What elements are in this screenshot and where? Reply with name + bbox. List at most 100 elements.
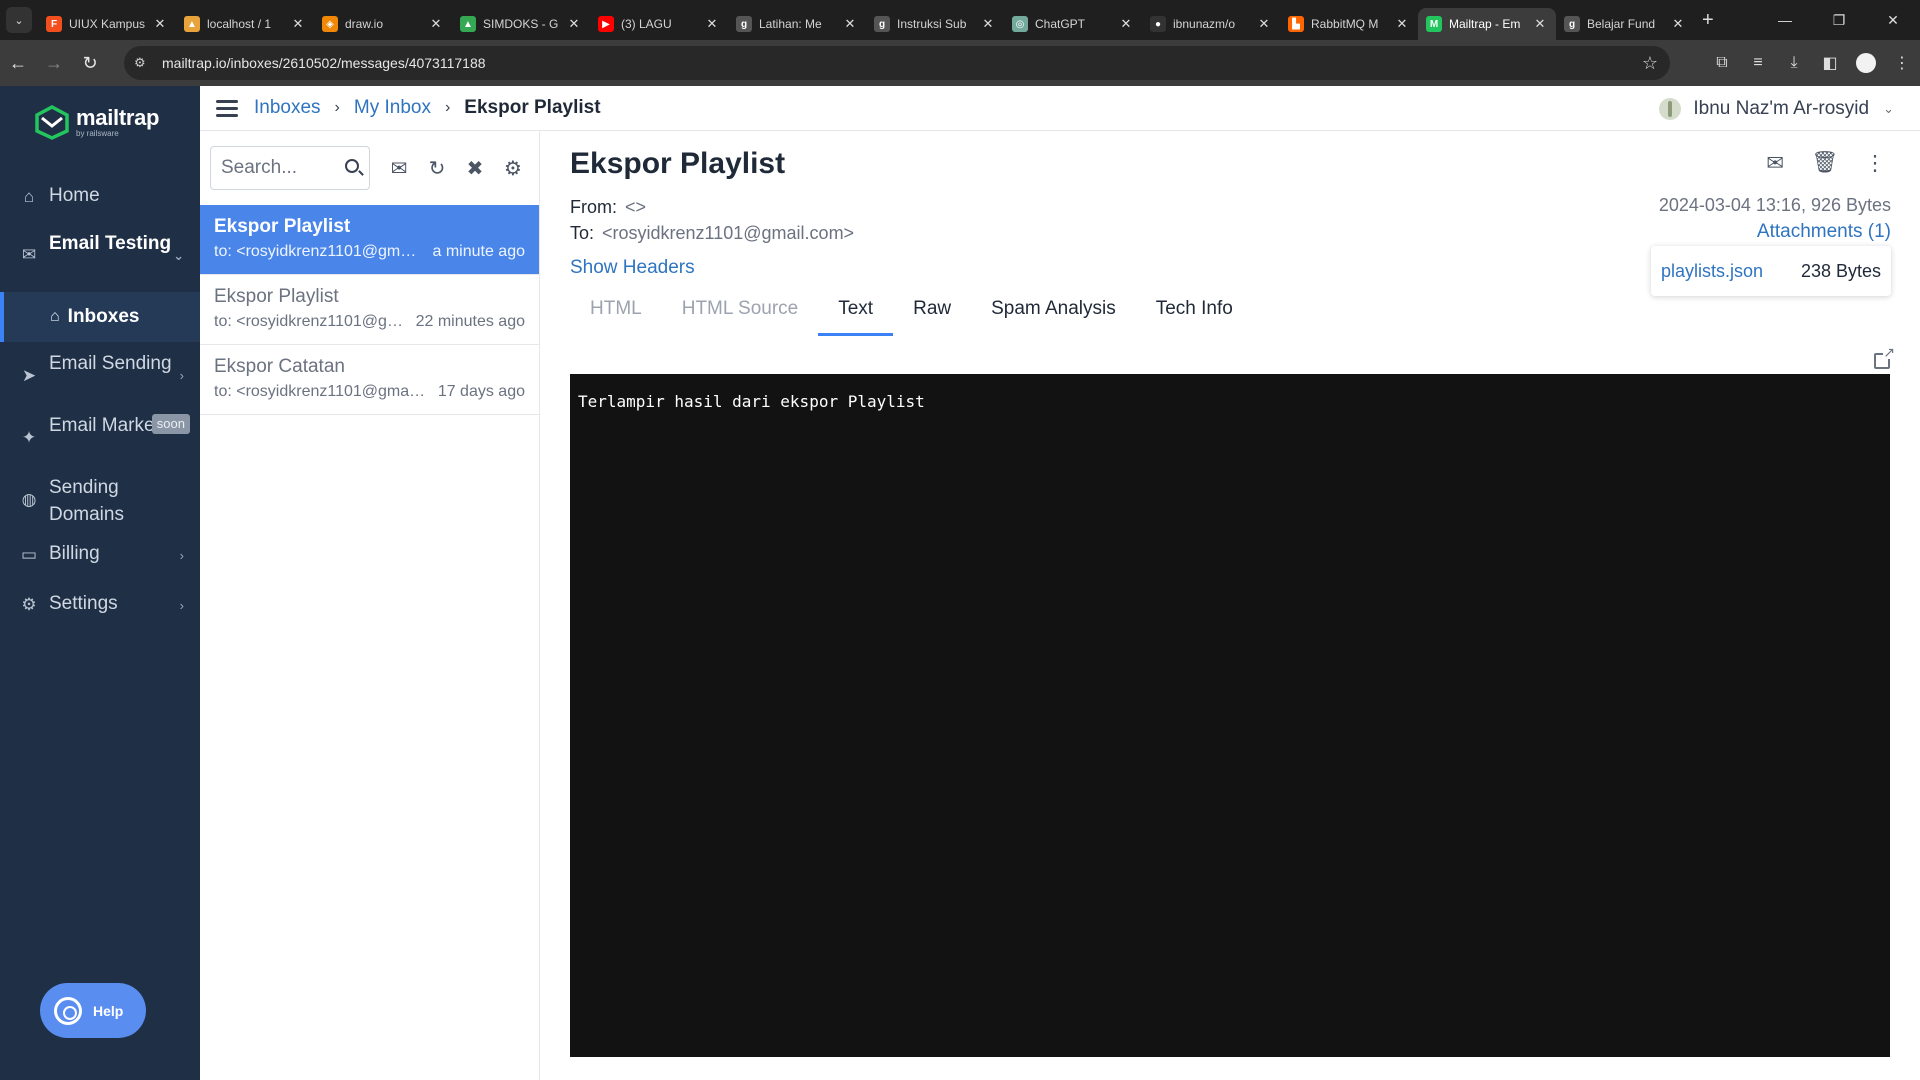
help-button[interactable]: Help (40, 983, 146, 1038)
profile-avatar[interactable] (1856, 53, 1876, 73)
attachment-file-link[interactable]: playlists.json (1661, 261, 1801, 282)
browser-tab[interactable]: ● ibnunazm/o ✕ (1142, 8, 1280, 40)
downloads-icon[interactable]: ⤓ (1776, 54, 1812, 72)
search-input[interactable] (221, 157, 331, 179)
message-time: 22 minutes ago (415, 313, 525, 330)
sidebar-item-email-testing[interactable]: ✉ Email Testing ⌄ (0, 218, 200, 292)
attachments-link[interactable]: Attachments (1) (1757, 221, 1891, 243)
inbox-settings-icon[interactable]: ⚙ (494, 156, 532, 181)
message-date-size: 2024-03-04 13:16, 926 Bytes (1658, 195, 1891, 215)
browser-tab[interactable]: ◎ ChatGPT ✕ (1004, 8, 1142, 40)
trash-icon[interactable]: 🗑 (1800, 151, 1850, 176)
extensions-icon[interactable]: ⧉ (1704, 54, 1740, 72)
close-tab-icon[interactable]: ✕ (1118, 16, 1134, 32)
message-list-item[interactable]: Ekspor Playlist to: <rosyidkrenz1101@gma… (200, 275, 539, 345)
user-avatar (1659, 97, 1682, 120)
tab-search-button[interactable]: ⌄ (6, 7, 32, 33)
close-tab-icon[interactable]: ✕ (428, 16, 444, 32)
sidebar-item-email-sending[interactable]: ➤ Email Sending › (0, 342, 200, 404)
minimize-icon[interactable]: — (1758, 12, 1812, 28)
refresh-icon[interactable]: ↻ (418, 156, 456, 181)
media-icon[interactable]: ≡ (1740, 54, 1776, 72)
tab-raw[interactable]: Raw (893, 291, 971, 341)
close-tab-icon[interactable]: ✕ (290, 16, 306, 32)
clear-inbox-icon[interactable]: ✖ (456, 156, 494, 181)
sidebar-item-billing[interactable]: ▭ Billing › (0, 528, 200, 578)
from-label: From: (570, 197, 617, 217)
tab-favicon-icon: ▲ (184, 16, 200, 32)
address-bar[interactable]: ⚙ mailtrap.io/inboxes/2610502/messages/4… (124, 46, 1670, 80)
back-icon[interactable]: ← (0, 53, 36, 74)
close-tab-icon[interactable]: ✕ (704, 16, 720, 32)
attachment-popover: playlists.json 238 Bytes (1651, 246, 1891, 296)
forward-email-icon[interactable]: ✉ (1750, 151, 1800, 176)
close-tab-icon[interactable]: ✕ (1532, 16, 1548, 32)
message-list-item[interactable]: Ekspor Catatan to: <rosyidkrenz1101@gmai… (200, 345, 539, 415)
toolbar-actions: ⧉ ≡ ⤓ ◧ ⋮ (1704, 40, 1920, 86)
from-line: From: <> (570, 197, 646, 218)
close-tab-icon[interactable]: ✕ (1394, 16, 1410, 32)
browser-tab[interactable]: g Latihan: Me ✕ (728, 8, 866, 40)
close-window-icon[interactable]: ✕ (1866, 12, 1920, 29)
side-panel-icon[interactable]: ◧ (1812, 53, 1848, 73)
browser-tab[interactable]: ▶ (3) LAGU ✕ (590, 8, 728, 40)
breadcrumb-separator-icon: › (334, 99, 340, 116)
restore-icon[interactable]: ❐ (1812, 12, 1866, 29)
browser-tab[interactable]: ▲ localhost / 1 ✕ (176, 8, 314, 40)
tab-title: UIUX Kampus (69, 17, 146, 31)
search-box[interactable] (210, 146, 370, 190)
sidebar-item-label: Home (49, 185, 100, 206)
show-headers-link[interactable]: Show Headers (570, 257, 695, 279)
tab-html-source[interactable]: HTML Source (662, 291, 819, 341)
sidebar-item-home[interactable]: ⌂ Home (0, 174, 200, 218)
close-tab-icon[interactable]: ✕ (842, 16, 858, 32)
browser-tab[interactable]: ▙ RabbitMQ M ✕ (1280, 8, 1418, 40)
sidebar-item-label: Settings (49, 593, 118, 614)
message-subject: Ekspor Playlist (214, 286, 339, 307)
message-list-item[interactable]: Ekspor Playlist to: <rosyidkrenz1101@gma… (200, 205, 539, 275)
tab-title: Belajar Fund (1587, 17, 1656, 31)
close-tab-icon[interactable]: ✕ (1670, 16, 1686, 32)
breadcrumb-inboxes-link[interactable]: Inboxes (254, 97, 321, 119)
browser-tab[interactable]: ▲ SIMDOKS - G ✕ (452, 8, 590, 40)
sidebar-item-sending-domains[interactable]: ◍ Sending Domains (0, 466, 200, 528)
browser-tab[interactable]: g Belajar Fund ✕ (1556, 8, 1694, 40)
browser-tab[interactable]: ◈ draw.io ✕ (314, 8, 452, 40)
new-tab-button[interactable]: + (1702, 9, 1714, 32)
mark-read-icon[interactable]: ✉ (380, 156, 418, 181)
message-time: 17 days ago (437, 383, 525, 400)
close-tab-icon[interactable]: ✕ (566, 16, 582, 32)
breadcrumb-my-inbox-link[interactable]: My Inbox (354, 97, 431, 119)
sidebar-item-email-marketing[interactable]: ✦ Email Market... soon (0, 404, 200, 466)
breadcrumb-separator-icon: › (444, 99, 451, 116)
reload-icon[interactable]: ↻ (72, 53, 108, 74)
tab-title: draw.io (345, 17, 384, 31)
window-controls: — ❐ ✕ (1758, 0, 1920, 40)
message-recipient: to: <rosyidkrenz1101@gmail.com> (214, 383, 428, 400)
message-list-panel: ✉ ↻ ✖ ⚙ Ekspor Playlist to: <rosyidkrenz… (200, 131, 540, 1080)
user-menu[interactable]: Ibnu Naz'm Ar-rosyid ⌄ (1659, 86, 1894, 131)
browser-tab[interactable]: g Instruksi Sub ✕ (866, 8, 1004, 40)
url-text[interactable]: mailtrap.io/inboxes/2610502/messages/407… (162, 55, 486, 71)
message-view-tabs: HTML HTML Source Text Raw Spam Analysis … (570, 291, 1253, 341)
close-tab-icon[interactable]: ✕ (980, 16, 996, 32)
bookmark-star-icon[interactable]: ☆ (1642, 53, 1658, 74)
more-options-icon[interactable]: ⋮ (1850, 151, 1900, 176)
tab-tech-info[interactable]: Tech Info (1136, 291, 1253, 341)
menu-toggle-icon[interactable] (216, 96, 238, 121)
close-tab-icon[interactable]: ✕ (1256, 16, 1272, 32)
close-tab-icon[interactable]: ✕ (152, 16, 168, 32)
tab-text[interactable]: Text (818, 291, 893, 341)
site-info-icon[interactable]: ⚙ (134, 55, 154, 71)
sidebar-item-inboxes[interactable]: ⌂ Inboxes (0, 292, 200, 342)
browser-tab[interactable]: F UIUX Kampus ✕ (38, 8, 176, 40)
mailtrap-logo[interactable]: mailtrap by railsware (34, 104, 159, 140)
tab-spam-analysis[interactable]: Spam Analysis (971, 291, 1136, 341)
open-external-icon[interactable] (1874, 345, 1896, 369)
sidebar-item-settings[interactable]: ⚙ Settings › (0, 578, 200, 628)
search-icon[interactable] (345, 159, 359, 173)
tab-html[interactable]: HTML (570, 291, 662, 341)
forward-icon[interactable]: → (36, 53, 72, 74)
browser-tab[interactable]: M Mailtrap - Em ✕ (1418, 8, 1556, 40)
browser-menu-icon[interactable]: ⋮ (1884, 53, 1920, 73)
